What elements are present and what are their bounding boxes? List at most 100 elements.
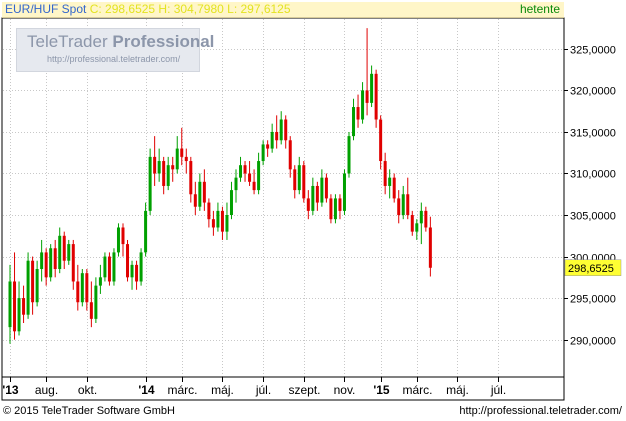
candle-body (80, 273, 84, 303)
candle-body (130, 264, 134, 278)
candle-body (71, 244, 75, 282)
candle-body (31, 260, 35, 303)
candle-body (121, 227, 125, 245)
candle-body (297, 165, 301, 191)
candle-body (252, 181, 256, 191)
candle-body (333, 198, 337, 220)
candle-body (329, 198, 333, 220)
candle-body (144, 210, 148, 253)
y-tick-label: 290,0000 (570, 336, 616, 348)
y-tick-label: 320,0000 (570, 86, 616, 98)
candle-body (116, 227, 120, 253)
candle-body (229, 190, 233, 216)
x-tick-label: márc. (403, 383, 433, 397)
y-tick-label: 295,0000 (570, 294, 616, 306)
x-tick-label: márc. (168, 383, 198, 397)
candle (107, 252, 111, 286)
candle-body (153, 156, 157, 174)
candle-body (370, 73, 374, 103)
candle (324, 173, 328, 203)
watermark-logo: TeleTrader Professional http://professio… (16, 28, 214, 72)
x-tick-label: '13 (2, 383, 19, 397)
candle-body (257, 161, 261, 191)
candle-body (94, 285, 98, 319)
candle-body (107, 256, 111, 282)
candle-body (135, 264, 139, 282)
candle (333, 194, 337, 224)
candle (148, 148, 152, 216)
candle-body (67, 244, 71, 261)
candle-body (26, 260, 30, 315)
x-tick-label: okt. (78, 383, 97, 397)
candle-body (211, 219, 215, 228)
x-tick-label: aug. (35, 383, 58, 397)
candle-body (293, 169, 297, 191)
candle-body (58, 235, 62, 270)
candle-body (397, 198, 401, 216)
y-tick-label: 315,0000 (570, 128, 616, 140)
candle-body (207, 202, 211, 220)
chart-header: EUR/HUF Spot C: 298,6525 H: 304,7980 L: … (2, 2, 564, 18)
watermark-brand-b: Professional (112, 32, 215, 51)
chart-window: 290,0000 295,0000 300,0000 305,0000 310,0000… (0, 0, 626, 421)
candle-body (419, 210, 423, 224)
candle-body (193, 194, 197, 207)
candle-body (184, 156, 188, 162)
candle-body (352, 107, 356, 137)
candle-body (98, 277, 102, 286)
candle-body (103, 256, 107, 278)
candle-body (85, 273, 89, 303)
candle-body (302, 165, 306, 199)
candle (374, 69, 378, 128)
candle-body (374, 73, 378, 120)
candle-body (311, 185, 315, 211)
candle-body (239, 165, 243, 178)
candle (126, 239, 130, 282)
candle-body (175, 148, 179, 170)
candle (392, 173, 396, 203)
candle-body (126, 244, 130, 278)
candle-body (424, 210, 428, 228)
candle-body (342, 173, 346, 211)
candle (347, 131, 351, 178)
candle-body (22, 298, 26, 315)
candle-body (8, 281, 12, 328)
candle (112, 248, 116, 286)
candle (116, 223, 120, 257)
candle-body (315, 185, 319, 203)
symbol-title: EUR/HUF Spot C: 298,6525 H: 304,7980 L: … (5, 2, 291, 16)
candle-body (148, 156, 152, 211)
candle-body (248, 173, 252, 182)
candle-body (76, 281, 80, 303)
candle-body (428, 227, 432, 268)
last-price-label: 298,6525 (568, 263, 614, 275)
candle-body (89, 302, 93, 319)
candle-body (279, 119, 283, 141)
candle-body (266, 144, 270, 149)
ohlc-readout: C: 298,6525 H: 304,7980 L: 297,6125 (89, 2, 291, 16)
candle-body (17, 298, 21, 332)
candle-body (49, 248, 53, 278)
x-tick-label: máj. (446, 383, 469, 397)
candle-body (306, 198, 310, 211)
x-tick-label: máj. (211, 383, 234, 397)
y-tick-label: 310,0000 (570, 169, 616, 181)
footer-url: http://professional.teletrader.com/ (459, 405, 622, 417)
candle-body (112, 252, 116, 282)
x-tick-label: szept. (288, 383, 320, 397)
copyright-text: © 2015 TeleTrader Software GmbH (3, 405, 175, 417)
candle (103, 252, 107, 282)
candle-body (379, 119, 383, 162)
candle-body (62, 235, 66, 261)
candle-body (401, 194, 405, 216)
candle-body (234, 177, 238, 191)
candle-body (388, 177, 392, 186)
candle (342, 169, 346, 216)
candle-body (270, 131, 274, 149)
candle-body (225, 215, 229, 232)
candle-body (288, 140, 292, 170)
candle-body (53, 248, 57, 270)
candle-body (202, 181, 206, 203)
candle-body (415, 223, 419, 232)
watermark-brand-a: TeleTrader (27, 32, 108, 51)
